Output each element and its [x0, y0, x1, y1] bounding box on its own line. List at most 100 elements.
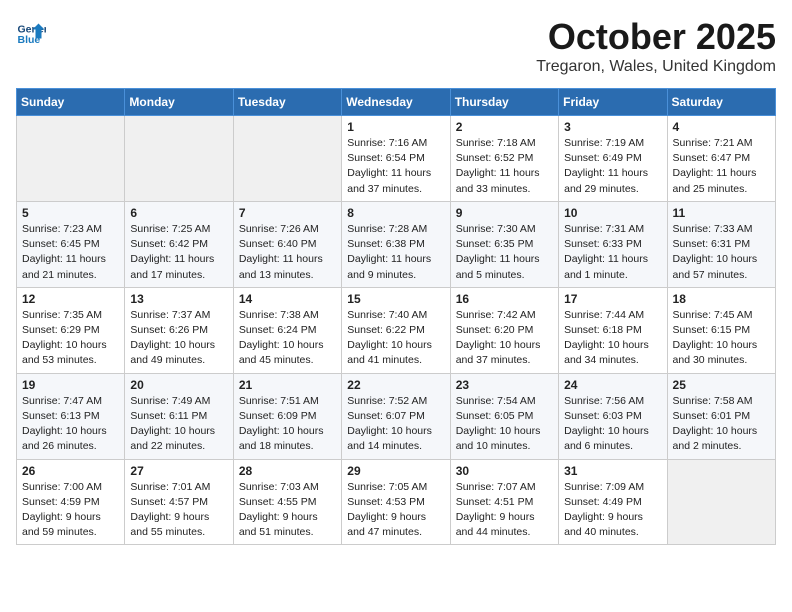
day-content: Sunrise: 7:58 AMSunset: 6:01 PMDaylight:…: [673, 394, 770, 455]
content-line: Sunrise: 7:45 AM: [673, 309, 753, 321]
content-line: Sunrise: 7:18 AM: [456, 137, 536, 149]
day-number: 14: [239, 292, 336, 306]
header-cell-saturday: Saturday: [667, 89, 775, 116]
month-title: October 2025: [536, 16, 776, 58]
content-line: and 55 minutes.: [130, 526, 205, 538]
day-content: Sunrise: 7:26 AMSunset: 6:40 PMDaylight:…: [239, 222, 336, 283]
day-cell: 11 Sunrise: 7:33 AMSunset: 6:31 PMDayligh…: [667, 201, 775, 287]
content-line: and 17 minutes.: [130, 269, 205, 281]
content-line: Sunset: 6:03 PM: [564, 410, 642, 422]
content-line: and 10 minutes.: [456, 440, 531, 452]
content-line: Daylight: 11 hours: [347, 253, 431, 265]
day-cell: [17, 116, 125, 202]
day-cell: 29Sunrise: 7:05 AMSunset: 4:53 PMDayligh…: [342, 459, 450, 545]
content-line: Sunset: 6:29 PM: [22, 324, 100, 336]
content-line: Sunset: 4:55 PM: [239, 496, 317, 508]
content-line: Daylight: 10 hours: [239, 425, 324, 437]
day-number: 8: [347, 206, 444, 220]
day-number: 30: [456, 464, 553, 478]
day-cell: 28Sunrise: 7:03 AMSunset: 4:55 PMDayligh…: [233, 459, 341, 545]
content-line: Sunset: 4:53 PM: [347, 496, 425, 508]
day-number: 11: [673, 206, 770, 220]
calendar-body: 1Sunrise: 7:16 AMSunset: 6:54 PMDaylight…: [17, 116, 776, 545]
day-content: Sunrise: 7:33 AMSunset: 6:31 PMDaylight:…: [673, 222, 770, 283]
content-line: and 2 minutes.: [673, 440, 742, 452]
day-number: 24: [564, 378, 661, 392]
day-number: 20: [130, 378, 227, 392]
content-line: Sunset: 6:09 PM: [239, 410, 317, 422]
week-row-5: 26Sunrise: 7:00 AMSunset: 4:59 PMDayligh…: [17, 459, 776, 545]
day-cell: [667, 459, 775, 545]
header-cell-friday: Friday: [559, 89, 667, 116]
content-line: Sunrise: 7:37 AM: [130, 309, 210, 321]
content-line: Sunset: 6:07 PM: [347, 410, 425, 422]
day-cell: 1Sunrise: 7:16 AMSunset: 6:54 PMDaylight…: [342, 116, 450, 202]
logo-icon: General Blue: [16, 16, 46, 46]
content-line: and 33 minutes.: [456, 183, 531, 195]
content-line: Sunset: 6:20 PM: [456, 324, 534, 336]
day-content: Sunrise: 7:52 AMSunset: 6:07 PMDaylight:…: [347, 394, 444, 455]
header-cell-tuesday: Tuesday: [233, 89, 341, 116]
content-line: and 53 minutes.: [22, 354, 97, 366]
content-line: Sunset: 4:51 PM: [456, 496, 534, 508]
day-number: 19: [22, 378, 119, 392]
day-number: 31: [564, 464, 661, 478]
day-content: Sunrise: 7:44 AMSunset: 6:18 PMDaylight:…: [564, 308, 661, 369]
content-line: Daylight: 11 hours: [22, 253, 106, 265]
header-cell-thursday: Thursday: [450, 89, 558, 116]
content-line: and 29 minutes.: [564, 183, 639, 195]
content-line: Daylight: 11 hours: [564, 167, 648, 179]
day-content: Sunrise: 7:38 AMSunset: 6:24 PMDaylight:…: [239, 308, 336, 369]
content-line: Sunrise: 7:44 AM: [564, 309, 644, 321]
location: Tregaron, Wales, United Kingdom: [536, 58, 776, 76]
header-cell-wednesday: Wednesday: [342, 89, 450, 116]
day-cell: 21Sunrise: 7:51 AMSunset: 6:09 PMDayligh…: [233, 373, 341, 459]
content-line: and 9 minutes.: [347, 269, 416, 281]
content-line: and 45 minutes.: [239, 354, 314, 366]
day-cell: 16Sunrise: 7:42 AMSunset: 6:20 PMDayligh…: [450, 287, 558, 373]
content-line: Sunrise: 7:58 AM: [673, 395, 753, 407]
content-line: Sunrise: 7:09 AM: [564, 481, 644, 493]
day-cell: 9Sunrise: 7:30 AMSunset: 6:35 PMDaylight…: [450, 201, 558, 287]
content-line: Daylight: 10 hours: [456, 339, 541, 351]
content-line: Sunset: 6:54 PM: [347, 152, 425, 164]
day-content: Sunrise: 7:31 AMSunset: 6:33 PMDaylight:…: [564, 222, 661, 283]
day-cell: 2Sunrise: 7:18 AMSunset: 6:52 PMDaylight…: [450, 116, 558, 202]
day-content: Sunrise: 7:09 AMSunset: 4:49 PMDaylight:…: [564, 480, 661, 541]
header-cell-sunday: Sunday: [17, 89, 125, 116]
day-content: Sunrise: 7:45 AMSunset: 6:15 PMDaylight:…: [673, 308, 770, 369]
day-number: 27: [130, 464, 227, 478]
content-line: Sunrise: 7:19 AM: [564, 137, 644, 149]
day-number: 4: [673, 120, 770, 134]
day-cell: 12Sunrise: 7:35 AMSunset: 6:29 PMDayligh…: [17, 287, 125, 373]
content-line: Sunrise: 7:03 AM: [239, 481, 319, 493]
content-line: Sunrise: 7:38 AM: [239, 309, 319, 321]
content-line: Daylight: 10 hours: [22, 425, 107, 437]
content-line: Sunrise: 7:01 AM: [130, 481, 210, 493]
day-cell: 10Sunrise: 7:31 AMSunset: 6:33 PMDayligh…: [559, 201, 667, 287]
content-line: Daylight: 11 hours: [456, 253, 540, 265]
day-cell: 18Sunrise: 7:45 AMSunset: 6:15 PMDayligh…: [667, 287, 775, 373]
day-number: 16: [456, 292, 553, 306]
content-line: Sunrise: 7:30 AM: [456, 223, 536, 235]
content-line: Daylight: 11 hours: [673, 167, 757, 179]
day-content: Sunrise: 7:35 AMSunset: 6:29 PMDaylight:…: [22, 308, 119, 369]
day-content: Sunrise: 7:03 AMSunset: 4:55 PMDaylight:…: [239, 480, 336, 541]
day-number: 26: [22, 464, 119, 478]
content-line: Sunset: 6:26 PM: [130, 324, 208, 336]
week-row-4: 19Sunrise: 7:47 AMSunset: 6:13 PMDayligh…: [17, 373, 776, 459]
logo: General Blue: [16, 16, 46, 46]
day-number: 23: [456, 378, 553, 392]
content-line: Sunset: 6:35 PM: [456, 238, 534, 250]
content-line: Daylight: 10 hours: [564, 425, 649, 437]
day-content: Sunrise: 7:51 AMSunset: 6:09 PMDaylight:…: [239, 394, 336, 455]
content-line: Sunset: 6:05 PM: [456, 410, 534, 422]
content-line: Sunrise: 7:26 AM: [239, 223, 319, 235]
content-line: Daylight: 11 hours: [347, 167, 431, 179]
calendar-header: SundayMondayTuesdayWednesdayThursdayFrid…: [17, 89, 776, 116]
day-number: 22: [347, 378, 444, 392]
content-line: Daylight: 10 hours: [564, 339, 649, 351]
content-line: and 44 minutes.: [456, 526, 531, 538]
day-cell: 19Sunrise: 7:47 AMSunset: 6:13 PMDayligh…: [17, 373, 125, 459]
day-content: Sunrise: 7:40 AMSunset: 6:22 PMDaylight:…: [347, 308, 444, 369]
